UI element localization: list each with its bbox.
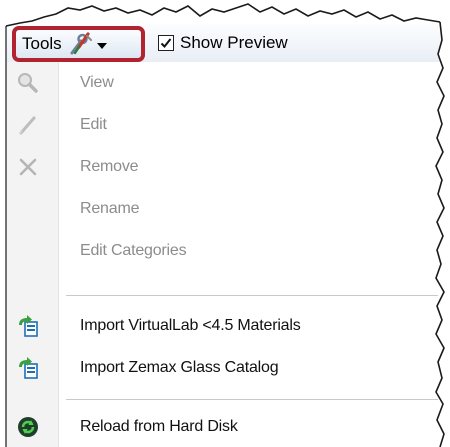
- menu-item-label: Import Zemax Glass Catalog: [80, 359, 279, 376]
- import-icon: [16, 314, 40, 338]
- tools-dropdown-button[interactable]: Tools: [12, 26, 145, 62]
- x-icon: [16, 155, 40, 179]
- tools-icon: [68, 31, 94, 57]
- menu-item-label: Rename: [80, 200, 140, 217]
- menu-item-remove[interactable]: Remove: [6, 146, 444, 188]
- tools-label: Tools: [22, 34, 62, 53]
- toolbar: Tools Show Preview: [6, 24, 444, 63]
- menu-item-label: Reload from Hard Disk: [80, 418, 238, 435]
- tools-menu: View Edit Remove Rename Edit Categories …: [6, 62, 444, 447]
- menu-item-reload[interactable]: Reload from Hard Disk: [6, 406, 444, 447]
- pencil-icon: [16, 113, 40, 137]
- menu-item-rename[interactable]: Rename: [6, 188, 444, 230]
- show-preview-checkbox[interactable]: [158, 35, 174, 51]
- show-preview-label: Show Preview: [180, 33, 288, 52]
- reload-icon: [16, 415, 40, 439]
- menu-item-label: Import VirtualLab <4.5 Materials: [80, 317, 301, 334]
- menu-item-label: Remove: [80, 158, 139, 175]
- menu-item-edit-categories[interactable]: Edit Categories: [6, 230, 444, 272]
- menu-item-view[interactable]: View: [6, 62, 444, 104]
- import-icon: [16, 356, 40, 380]
- menu-separator: [66, 399, 438, 400]
- menu-item-label: View: [80, 74, 114, 91]
- menu-item-label: Edit: [80, 116, 107, 133]
- menu-item-import-virtuallab[interactable]: Import VirtualLab <4.5 Materials: [6, 305, 444, 347]
- show-preview-toggle[interactable]: Show Preview: [158, 33, 288, 53]
- checkmark-icon: [160, 38, 172, 48]
- chevron-down-icon: [96, 42, 107, 49]
- menu-separator: [66, 295, 438, 296]
- magnifier-icon: [16, 71, 40, 95]
- menu-item-label: Edit Categories: [80, 242, 187, 259]
- screenshot-canvas: Tools Show Preview View Edit Remove Rena…: [0, 0, 450, 447]
- menu-item-import-zemax[interactable]: Import Zemax Glass Catalog: [6, 347, 444, 389]
- menu-item-edit[interactable]: Edit: [6, 104, 444, 146]
